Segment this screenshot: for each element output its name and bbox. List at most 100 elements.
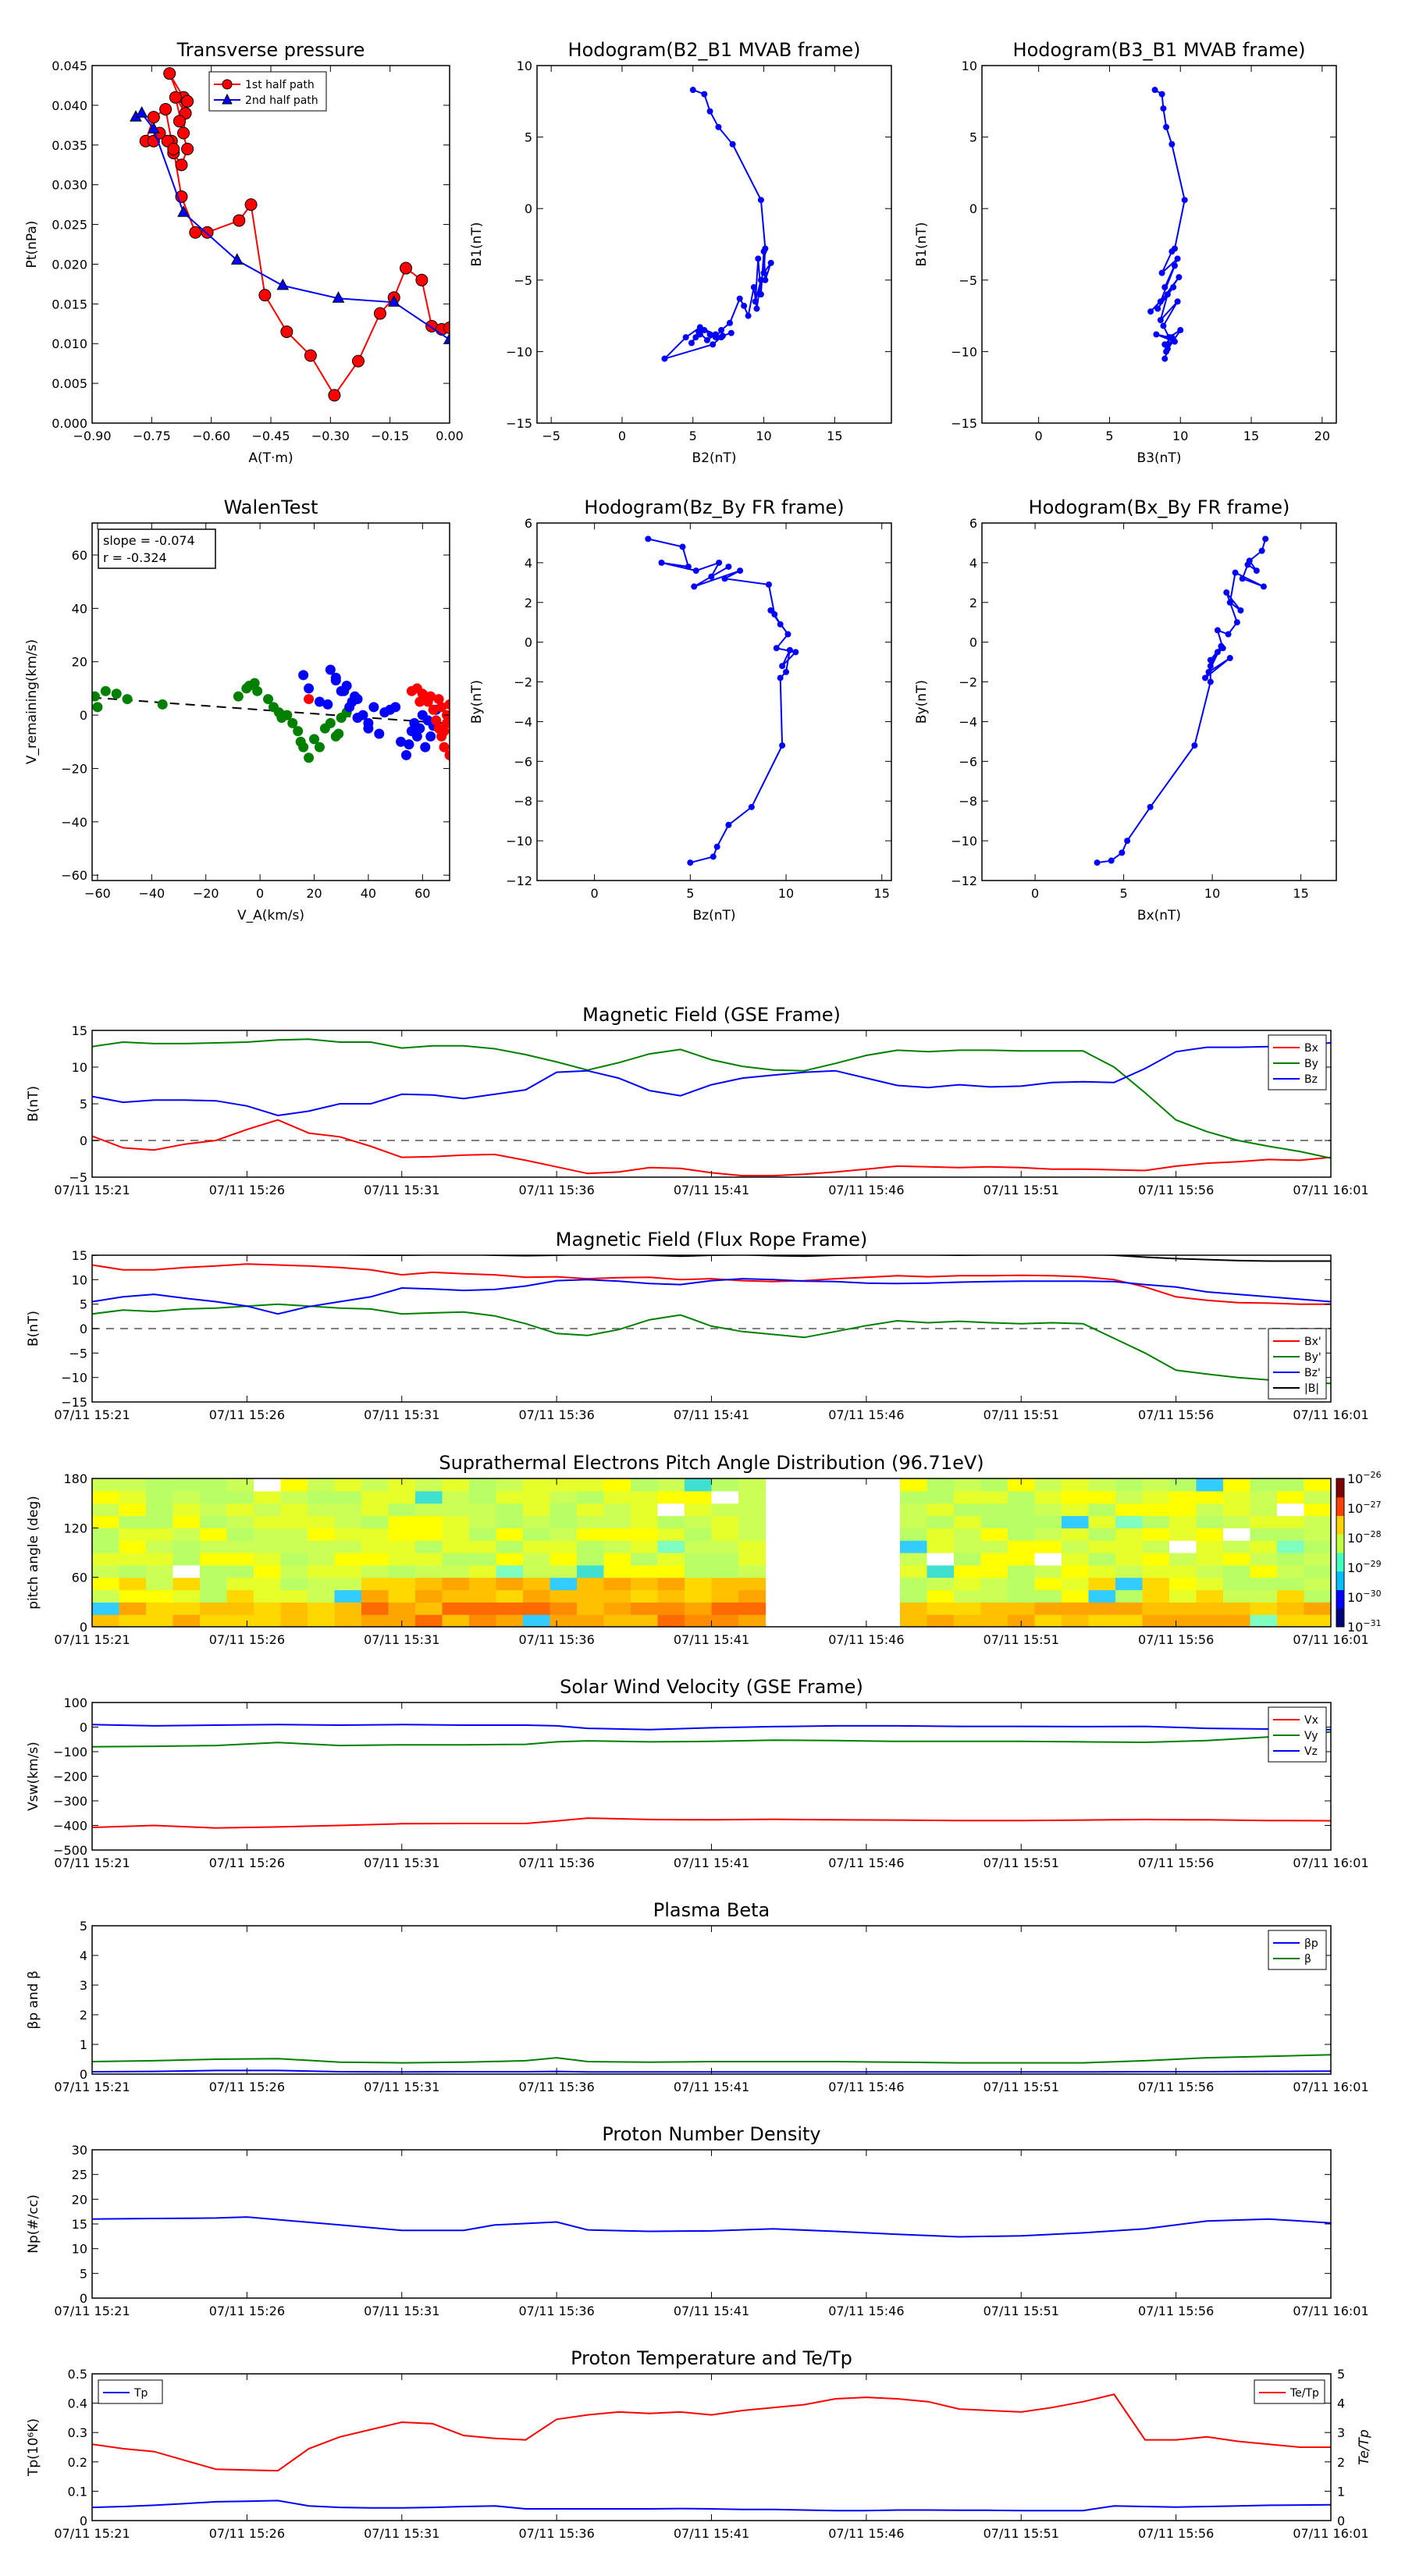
heatmap-cell [711,1528,739,1541]
heatmap-cell [119,1553,147,1566]
data-point [425,731,436,742]
heatmap-cell [1142,1503,1170,1517]
y-tick-label: −200 [53,1770,87,1784]
heatmap-cell [1196,1589,1224,1603]
heatmap-cell [954,1503,982,1517]
y-tick-label: 0.045 [52,59,87,73]
chart-title: Suprathermal Electrons Pitch Angle Distr… [439,1452,984,1474]
heatmap-cell [711,1490,739,1504]
heatmap-cell [361,1553,389,1566]
y-tick-label: 2 [80,2008,87,2023]
colorbar-segment [1336,1589,1344,1609]
y-tick-label: 5 [525,130,532,145]
heatmap-cell [361,1528,389,1541]
x-tick-label: −0.75 [133,429,171,443]
legend-entry: Vy [1304,1730,1318,1742]
plot-frame [91,1925,1332,2075]
y-tick-label: 5 [80,1919,87,1934]
data-point [1174,298,1181,305]
heatmap-cell [927,1564,955,1578]
legend-entry: Tp [133,2387,148,2400]
heatmap-cell [1250,1602,1278,1615]
heatmap-cell [631,1515,659,1528]
heatmap-cell [1062,1503,1090,1517]
series-line-Bx [92,1119,1331,1177]
data-point [147,111,160,124]
x-tick-label: 07/11 15:46 [828,2526,904,2541]
data-point [767,607,774,614]
data-point [777,674,784,681]
data-point [111,688,122,699]
y-axis-label: By(nT) [914,680,930,724]
legend-entry: By' [1304,1351,1321,1364]
heatmap-cell [119,1577,147,1591]
y-tick-label: 30 [72,2143,87,2158]
heatmap-cell [1008,1515,1036,1528]
heatmap-cell [954,1577,982,1591]
series-line-By' [92,1303,1331,1385]
plot-area [92,1478,1331,1627]
legend-frame [1268,1930,1327,1970]
heatmap-cell [496,1515,524,1528]
heatmap-cell [523,1503,551,1517]
data-point [230,253,244,265]
data-point [298,670,309,681]
heatmap-cell [146,1577,174,1591]
heatmap-cell [226,1515,254,1528]
heatmap-cell [577,1503,605,1517]
heatmap-cell [927,1478,955,1492]
heatmap-cell [603,1589,631,1603]
x-tick-label: 07/11 15:36 [518,1856,594,1870]
data-point [1163,348,1170,355]
heatmap-cell [442,1478,470,1492]
x-tick-label: −0.30 [311,429,350,443]
data-point [415,273,429,286]
heatmap-cell [1062,1614,1090,1627]
x-tick-label: 07/11 15:31 [364,1183,439,1197]
legend-entry: Bx' [1304,1336,1321,1348]
heatmap-cell [361,1540,389,1553]
heatmap-cell [1008,1577,1036,1591]
y-tick-label: −10 [951,834,977,849]
x-tick-label: 07/11 15:36 [518,2526,594,2541]
data-point [122,694,133,705]
heatmap-cell [280,1564,308,1578]
data-point [1168,248,1176,255]
heatmap-cell [523,1515,551,1528]
heatmap-cell [226,1589,254,1603]
heatmap-cell [1304,1478,1331,1492]
y-tick-label: 0 [80,2514,87,2528]
data-point [352,694,363,705]
data-point [689,87,696,94]
heatmap-cell [631,1602,659,1615]
data-point [719,333,726,340]
heatmap-cell [361,1503,389,1517]
x-tick-label: 07/11 15:41 [674,2526,749,2541]
heatmap-cell [738,1490,767,1504]
heatmap-cell [523,1553,551,1566]
heatmap-cell [334,1553,362,1566]
heatmap-cell [415,1478,443,1492]
heatmap-cell [577,1553,605,1566]
heatmap-cell [415,1589,443,1603]
heatmap-cell [1277,1564,1305,1578]
x-tick-label: 10 [1204,886,1220,901]
heatmap-cell [900,1490,928,1504]
heatmap-cell [738,1540,767,1553]
x-tick-label: 5 [1105,429,1113,443]
heatmap-cell [496,1528,524,1541]
heatmap-cell [308,1589,336,1603]
heatmap-cell [469,1577,497,1591]
data-point [661,355,668,362]
y-tick-label: −15 [61,1395,87,1410]
heatmap-cell [1088,1602,1116,1615]
series-line-β [92,2054,1331,2064]
data-point [157,699,168,710]
heatmap-cell [1008,1503,1036,1517]
data-point [753,305,760,312]
x-tick-label: 07/11 15:31 [364,2304,439,2318]
data-point [1223,589,1230,596]
x-tick-label: 5 [1120,886,1128,901]
series-line-0 [663,89,772,360]
heatmap-cell [1115,1515,1144,1528]
